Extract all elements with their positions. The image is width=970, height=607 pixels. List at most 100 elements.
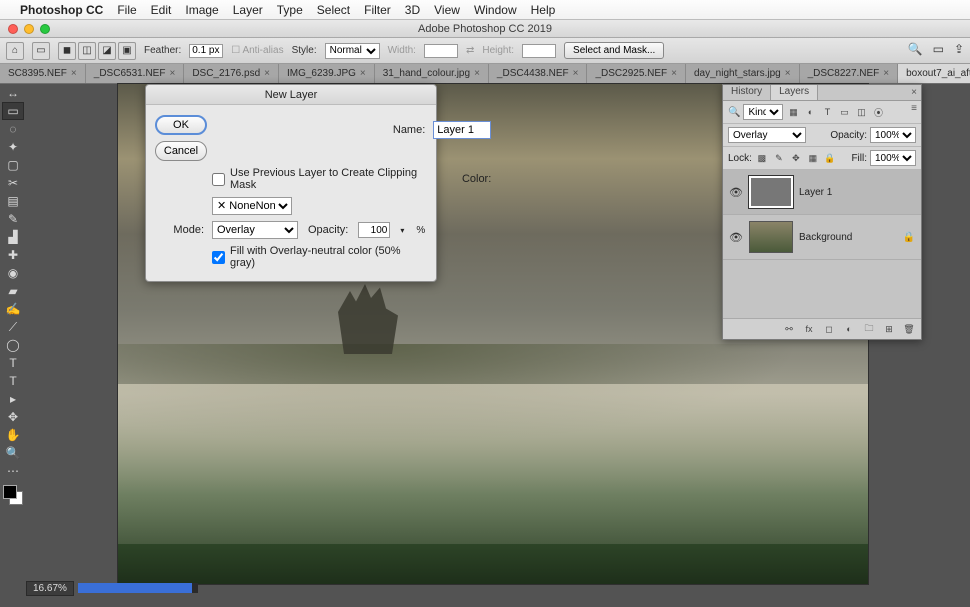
foreground-color-swatch[interactable]: [3, 485, 17, 499]
doc-tab-active[interactable]: boxout7_ai_after.jpg @ 16.7% (Layer 1, R…: [898, 64, 970, 83]
selection-subtract-icon[interactable]: ◪: [98, 42, 116, 60]
layer-name[interactable]: Layer 1: [799, 187, 832, 198]
panel-menu-icon[interactable]: ≡: [911, 103, 917, 114]
eyedropper-tool[interactable]: ▤: [2, 192, 24, 210]
close-icon[interactable]: ×: [785, 68, 791, 79]
layer-name[interactable]: Background: [799, 232, 852, 243]
close-icon[interactable]: ×: [71, 68, 77, 79]
shape-tool[interactable]: ✥: [2, 408, 24, 426]
menu-3d[interactable]: 3D: [405, 3, 420, 17]
layer-thumbnail[interactable]: [749, 221, 793, 253]
type-tool[interactable]: T: [2, 372, 24, 390]
home-icon[interactable]: ⌂: [6, 42, 24, 60]
opacity-stepper-icon[interactable]: ▾: [400, 226, 404, 235]
crop-tool[interactable]: ▢: [2, 156, 24, 174]
visibility-icon[interactable]: 👁: [729, 231, 743, 244]
fill-neutral-checkbox[interactable]: [212, 251, 225, 264]
filter-adjust-icon[interactable]: ◐: [803, 105, 817, 119]
menu-select[interactable]: Select: [317, 3, 350, 17]
visibility-icon[interactable]: 👁: [729, 186, 743, 199]
panel-close-icon[interactable]: ×: [911, 87, 917, 98]
menu-help[interactable]: Help: [531, 3, 556, 17]
history-brush-tool[interactable]: ◉: [2, 264, 24, 282]
share-icon[interactable]: ⇪: [954, 42, 964, 56]
close-icon[interactable]: ×: [169, 68, 175, 79]
delete-layer-icon[interactable]: 🗑: [902, 322, 916, 336]
gradient-tool[interactable]: ✍: [2, 300, 24, 318]
close-icon[interactable]: ×: [474, 68, 480, 79]
close-icon[interactable]: ×: [883, 68, 889, 79]
move-tool[interactable]: ↔: [2, 84, 24, 102]
doc-tab[interactable]: day_night_stars.jpg×: [686, 64, 800, 83]
adjustment-layer-icon[interactable]: ◐: [842, 322, 856, 336]
panel-fill-select[interactable]: 100%: [870, 150, 916, 166]
brush-tool[interactable]: ▟: [2, 228, 24, 246]
doc-tab[interactable]: _DSC4438.NEF×: [489, 64, 588, 83]
selection-add-icon[interactable]: ◫: [78, 42, 96, 60]
lock-transparency-icon[interactable]: ▩: [755, 151, 769, 165]
filter-kind-icon[interactable]: 🔍: [728, 107, 740, 118]
link-layers-icon[interactable]: ⚯: [782, 322, 796, 336]
menu-layer[interactable]: Layer: [233, 3, 263, 17]
zoom-tool[interactable]: 🔍: [2, 444, 24, 462]
menu-image[interactable]: Image: [185, 3, 218, 17]
selection-new-icon[interactable]: ◼: [58, 42, 76, 60]
cancel-button[interactable]: Cancel: [155, 141, 207, 161]
blend-mode-select[interactable]: Overlay: [212, 221, 298, 239]
marquee-tool-icon[interactable]: ▭: [32, 42, 50, 60]
layer-mask-icon[interactable]: ◻: [822, 322, 836, 336]
layer-row[interactable]: 👁 Layer 1: [723, 170, 921, 215]
menu-file[interactable]: File: [117, 3, 136, 17]
menu-view[interactable]: View: [434, 3, 460, 17]
edit-toolbar[interactable]: ⋯: [2, 462, 24, 480]
doc-tab[interactable]: _DSC2925.NEF×: [587, 64, 686, 83]
lock-pixels-icon[interactable]: ✎: [772, 151, 786, 165]
doc-tab[interactable]: SC8395.NEF×: [0, 64, 86, 83]
selection-intersect-icon[interactable]: ▣: [118, 42, 136, 60]
search-icon[interactable]: 🔍: [908, 42, 923, 56]
layer-style-icon[interactable]: fx: [802, 322, 816, 336]
doc-tab[interactable]: 31_hand_colour.jpg×: [375, 64, 489, 83]
frame-tool[interactable]: ✂: [2, 174, 24, 192]
clipping-mask-checkbox[interactable]: [212, 173, 225, 186]
doc-tab[interactable]: _DSC8227.NEF×: [800, 64, 899, 83]
blur-tool[interactable]: ⟋: [2, 318, 24, 336]
menu-edit[interactable]: Edit: [151, 3, 172, 17]
doc-tab[interactable]: _DSC6531.NEF×: [86, 64, 185, 83]
layer-thumbnail[interactable]: [749, 176, 793, 208]
pen-tool[interactable]: T: [2, 354, 24, 372]
path-select-tool[interactable]: ▸: [2, 390, 24, 408]
layer-group-icon[interactable]: 🗀: [862, 322, 876, 336]
menu-type[interactable]: Type: [277, 3, 303, 17]
feather-input[interactable]: [189, 44, 223, 58]
filter-kind-select[interactable]: Kind: [743, 104, 783, 120]
close-icon[interactable]: ×: [671, 68, 677, 79]
tab-layers[interactable]: Layers: [771, 85, 818, 100]
tab-history[interactable]: History: [723, 85, 771, 100]
lock-all-icon[interactable]: 🔒: [823, 151, 837, 165]
ok-button[interactable]: OK: [155, 115, 207, 135]
eraser-tool[interactable]: ▰: [2, 282, 24, 300]
lock-position-icon[interactable]: ✥: [789, 151, 803, 165]
doc-tab[interactable]: DSC_2176.psd×: [184, 64, 279, 83]
panel-blend-select[interactable]: Overlay: [728, 127, 806, 143]
workspace-icon[interactable]: ▭: [933, 42, 944, 56]
close-icon[interactable]: ×: [573, 68, 579, 79]
layer-row[interactable]: 👁 Background 🔒: [723, 215, 921, 260]
filter-shape-icon[interactable]: ▭: [837, 105, 851, 119]
select-and-mask-button[interactable]: Select and Mask...: [564, 42, 664, 59]
close-icon[interactable]: ×: [360, 68, 366, 79]
filter-smart-icon[interactable]: ◫: [854, 105, 868, 119]
panel-opacity-select[interactable]: 100%: [870, 127, 916, 143]
layer-color-select[interactable]: ✕ NoneNone: [212, 197, 292, 215]
doc-tab[interactable]: IMG_6239.JPG×: [279, 64, 375, 83]
color-swatches[interactable]: [2, 484, 24, 506]
menu-filter[interactable]: Filter: [364, 3, 391, 17]
menu-window[interactable]: Window: [474, 3, 517, 17]
close-icon[interactable]: ×: [264, 68, 270, 79]
clone-stamp-tool[interactable]: ✚: [2, 246, 24, 264]
hand-tool[interactable]: ✋: [2, 426, 24, 444]
marquee-tool[interactable]: ▭: [2, 102, 24, 120]
lasso-tool[interactable]: ◌: [2, 120, 24, 138]
new-layer-icon[interactable]: ⊞: [882, 322, 896, 336]
